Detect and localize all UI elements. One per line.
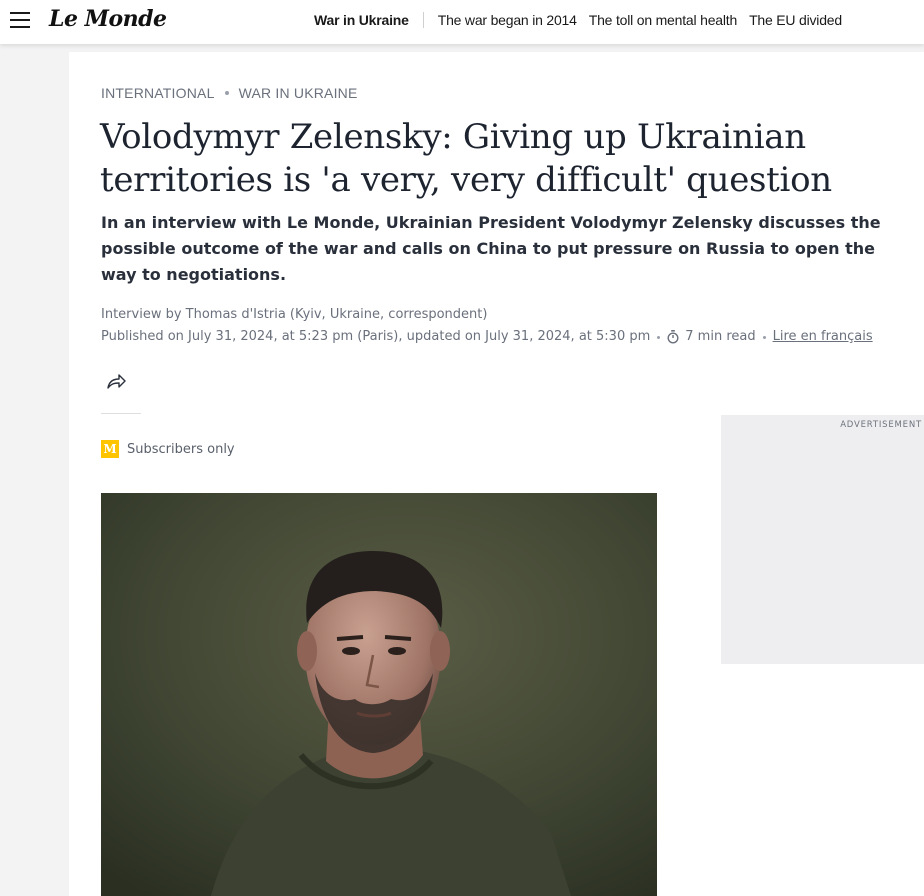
top-navigation-bar: Le Monde War in Ukraine The war began in… [0, 0, 924, 44]
nav-divider [422, 12, 424, 28]
meta-separator [657, 335, 661, 339]
article-container: INTERNATIONAL WAR IN UKRAINE Volodymyr Ze… [69, 52, 924, 896]
subscribers-only-label: M Subscribers only [101, 440, 235, 458]
advertisement-label: ADVERTISEMENT [840, 420, 922, 430]
nav-link-eu-divided[interactable]: The EU divided [749, 12, 842, 28]
meta-separator [762, 335, 766, 339]
read-in-french-link[interactable]: Lire en français [773, 326, 873, 348]
subscriber-badge-icon: M [101, 440, 119, 458]
portrait-photo-illustration [101, 493, 657, 896]
stopwatch-icon [667, 330, 679, 344]
nav-link-mental-health[interactable]: The toll on mental health [589, 12, 738, 28]
article-meta: Interview by Thomas d'Istria (Kyiv, Ukra… [101, 304, 901, 348]
nav-link-war-began-2014[interactable]: The war began in 2014 [438, 12, 577, 28]
publication-date: Published on July 31, 2024, at 5:23 pm (… [101, 329, 651, 344]
nav-link-war-in-ukraine[interactable]: War in Ukraine [314, 12, 409, 28]
subscribers-only-text: Subscribers only [127, 441, 235, 457]
article-photo [101, 493, 657, 896]
advertisement-slot[interactable]: ADVERTISEMENT [721, 415, 924, 664]
share-divider [101, 413, 141, 414]
article-byline: Interview by Thomas d'Istria (Kyiv, Ukra… [101, 307, 488, 322]
topic-navigation: War in Ukraine The war began in 2014 The… [314, 12, 854, 28]
breadcrumb-war-in-ukraine[interactable]: WAR IN UKRAINE [239, 85, 358, 101]
le-monde-logo[interactable]: Le Monde [49, 6, 167, 32]
article-standfirst: In an interview with Le Monde, Ukrainian… [101, 213, 881, 284]
breadcrumb-international[interactable]: INTERNATIONAL [101, 85, 215, 101]
breadcrumb-separator [224, 90, 229, 95]
breadcrumb: INTERNATIONAL WAR IN UKRAINE [101, 85, 358, 101]
read-time: 7 min read [685, 329, 756, 344]
article-dates: Published on July 31, 2024, at 5:23 pm (… [101, 326, 901, 348]
hamburger-menu-icon[interactable] [10, 12, 30, 30]
article-title: Volodymyr Zelensky: Giving up Ukrainian … [100, 117, 832, 200]
share-arrow-icon[interactable] [105, 372, 127, 392]
